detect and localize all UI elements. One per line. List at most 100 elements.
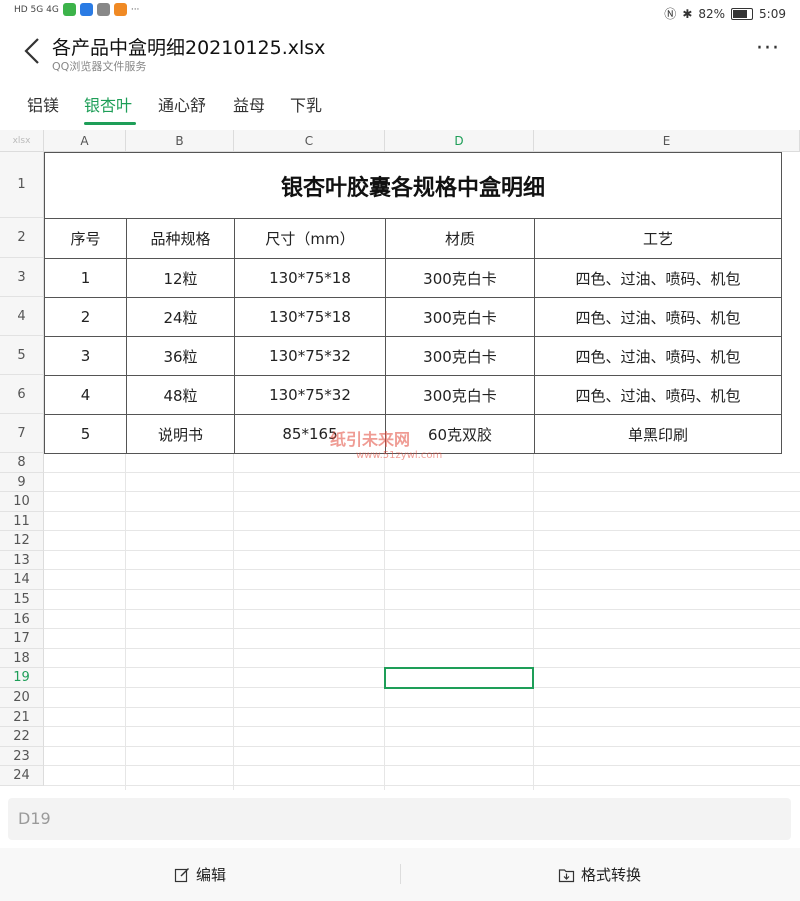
data-cell[interactable]: 四色、过油、喷码、机包 [534, 375, 782, 415]
data-cell[interactable]: 四色、过油、喷码、机包 [534, 336, 782, 376]
gridline [233, 453, 234, 790]
app-icon [62, 3, 76, 16]
bluetooth-icon: ✱ [682, 6, 693, 21]
sheet-title-cell[interactable]: 银杏叶胶囊各规格中盒明细 [44, 152, 782, 219]
gridline [44, 609, 800, 610]
column-header-a[interactable]: A [44, 130, 126, 152]
status-left: HD 5G 4G ··· [14, 3, 139, 16]
data-cell[interactable]: 300克白卡 [385, 336, 535, 376]
header-cell[interactable]: 尺寸（mm） [234, 218, 386, 259]
data-cell[interactable]: 48粒 [126, 375, 235, 415]
data-cell[interactable]: 36粒 [126, 336, 235, 376]
row-header[interactable]: 15 [0, 590, 44, 610]
edit-label: 编辑 [196, 866, 227, 884]
data-cell[interactable]: 说明书 [126, 414, 235, 454]
row-header[interactable]: 6 [0, 375, 44, 414]
row-header[interactable]: 8 [0, 453, 44, 473]
row-header[interactable]: 2 [0, 218, 44, 258]
row-header[interactable]: 13 [0, 551, 44, 570]
column-header-b[interactable]: B [126, 130, 234, 152]
data-cell[interactable]: 130*75*18 [234, 258, 386, 298]
tab-xiaru[interactable]: 下乳 [290, 92, 322, 116]
gridline [44, 589, 800, 590]
row-header[interactable]: 1 [0, 152, 44, 218]
bottom-toolbar: 编辑 格式转换 [0, 848, 800, 901]
watermark-logo: 纸引未来网 www.51zywl.com [330, 426, 442, 461]
data-cell[interactable]: 4 [44, 375, 127, 415]
data-cell[interactable]: 300克白卡 [385, 375, 535, 415]
gridline [44, 765, 800, 766]
row-header[interactable]: 18 [0, 649, 44, 668]
data-cell[interactable]: 130*75*32 [234, 336, 386, 376]
app-icon [79, 3, 93, 16]
convert-label: 格式转换 [581, 866, 642, 884]
data-cell[interactable]: 24粒 [126, 297, 235, 337]
format-convert-button[interactable]: 格式转换 [558, 864, 641, 885]
app-icon [96, 3, 110, 16]
back-arrow-icon [24, 38, 39, 64]
edit-button[interactable]: 编辑 [174, 864, 226, 885]
row-header[interactable]: 24 [0, 766, 44, 786]
battery-percent: 82% [698, 6, 726, 21]
column-header-c[interactable]: C [234, 130, 385, 152]
sheet-tabs: 铝镁 银杏叶 通心舒 益母 下乳 [0, 92, 800, 130]
row-header[interactable]: 7 [0, 414, 44, 453]
row-header[interactable]: 16 [0, 610, 44, 629]
back-button[interactable] [20, 36, 46, 66]
data-cell[interactable]: 3 [44, 336, 127, 376]
row-header[interactable]: 19 [0, 668, 44, 688]
gridline [125, 453, 126, 790]
header-cell[interactable]: 工艺 [534, 218, 782, 259]
gridline [44, 785, 800, 786]
column-header-d[interactable]: D [385, 130, 534, 152]
watermark-name: 纸引未来网 [330, 430, 411, 449]
row-header[interactable]: 14 [0, 570, 44, 590]
row-header[interactable]: 5 [0, 336, 44, 375]
row-header[interactable]: 12 [0, 531, 44, 551]
spreadsheet-grid[interactable]: xlsx A B C D E 1 2 3 4 5 6 7 8 9 10 11 1… [0, 130, 800, 790]
column-header-e[interactable]: E [534, 130, 800, 152]
data-cell[interactable]: 四色、过油、喷码、机包 [534, 258, 782, 298]
header-cell[interactable]: 材质 [385, 218, 535, 259]
gridline [44, 746, 800, 747]
tab-tongxinshu[interactable]: 通心舒 [158, 92, 206, 116]
data-cell[interactable]: 5 [44, 414, 127, 454]
gridline [44, 628, 800, 629]
data-cell[interactable]: 2 [44, 297, 127, 337]
row-header[interactable]: 23 [0, 747, 44, 766]
row-header[interactable]: 11 [0, 512, 44, 531]
gridline [384, 453, 385, 790]
row-header[interactable]: 21 [0, 708, 44, 727]
gridline [44, 707, 800, 708]
data-cell[interactable]: 1 [44, 258, 127, 298]
data-cell[interactable]: 12粒 [126, 258, 235, 298]
row-header[interactable]: 10 [0, 492, 44, 512]
data-cell[interactable]: 130*75*32 [234, 375, 386, 415]
toolbar-divider [400, 864, 401, 884]
gridline [533, 453, 534, 790]
header-cell[interactable]: 序号 [44, 218, 127, 259]
data-cell[interactable]: 四色、过油、喷码、机包 [534, 297, 782, 337]
cell-reference-box[interactable]: D19 [8, 798, 791, 840]
row-header[interactable]: 9 [0, 473, 44, 492]
data-cell[interactable]: 300克白卡 [385, 258, 535, 298]
tab-yimu[interactable]: 益母 [233, 92, 265, 116]
data-cell[interactable]: 300克白卡 [385, 297, 535, 337]
convert-icon [558, 868, 575, 882]
watermark-url: www.51zywl.com [356, 450, 443, 461]
row-header[interactable]: 17 [0, 629, 44, 649]
row-header[interactable]: 22 [0, 727, 44, 747]
tab-lvmei[interactable]: 铝镁 [27, 92, 59, 116]
row-header[interactable]: 4 [0, 297, 44, 336]
header-cell[interactable]: 品种规格 [126, 218, 235, 259]
tab-yinxingye[interactable]: 银杏叶 [84, 92, 132, 116]
network-indicator: HD 5G 4G [14, 4, 59, 15]
data-cell[interactable]: 单黑印刷 [534, 414, 782, 454]
more-menu-button[interactable]: ··· [756, 36, 780, 61]
active-cell-d19[interactable] [384, 667, 534, 689]
row-header[interactable]: 20 [0, 688, 44, 708]
gridline [44, 569, 800, 570]
select-all-corner[interactable]: xlsx [0, 130, 44, 152]
row-header[interactable]: 3 [0, 258, 44, 297]
data-cell[interactable]: 130*75*18 [234, 297, 386, 337]
